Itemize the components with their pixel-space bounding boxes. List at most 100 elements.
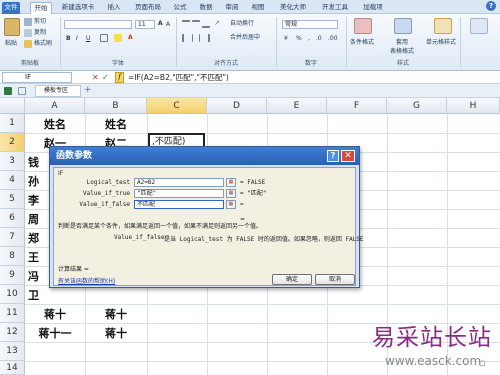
cell-a1[interactable]: 姓名 <box>25 116 85 132</box>
decrease-decimal-icon[interactable]: .00 <box>328 34 338 43</box>
select-all-corner[interactable] <box>0 98 25 114</box>
border-icon[interactable] <box>100 34 108 42</box>
cut-icon <box>24 18 32 26</box>
cell-b11[interactable]: 蒋十 <box>85 306 147 322</box>
align-bottom-icon[interactable] <box>202 20 210 28</box>
tab-page-layout[interactable]: 页面布局 <box>132 2 164 14</box>
increase-decimal-icon[interactable]: .0 <box>316 34 322 43</box>
merge-center-button[interactable]: 合并后居中 <box>230 33 260 42</box>
tab-beautify[interactable]: 美化大师 <box>276 2 310 14</box>
orientation-icon[interactable]: ↗ <box>214 19 222 27</box>
row-header[interactable]: 6 <box>0 209 25 228</box>
paste-button[interactable]: 粘贴 <box>5 39 17 48</box>
help-icon[interactable]: ? <box>486 1 496 11</box>
align-right-icon[interactable] <box>202 34 210 42</box>
param-input-value-if-false[interactable]: 不匹配 <box>134 200 224 209</box>
dialog-help-icon[interactable]: ? <box>327 150 339 162</box>
tab-addins[interactable]: 加载项 <box>360 2 386 14</box>
font-color-icon[interactable]: A <box>128 33 133 42</box>
param-input-logical-test[interactable]: A2=B2 <box>134 178 224 187</box>
row-header[interactable]: 7 <box>0 228 25 247</box>
collapse-dialog-icon[interactable]: ▦ <box>226 178 236 187</box>
formula-input[interactable]: =IF(A2=B2,"匹配","不匹配") <box>128 72 229 83</box>
cut-button[interactable]: 剪切 <box>34 17 46 26</box>
font-size-combo[interactable]: 11 <box>135 20 155 29</box>
number-format-combo[interactable]: 常规 <box>282 20 338 29</box>
confirm-entry-icon[interactable]: ✓ <box>102 73 109 82</box>
cancel-button[interactable]: 取消 <box>315 274 355 285</box>
grow-font-icon[interactable]: A <box>158 19 163 28</box>
fill-color-icon[interactable] <box>114 34 122 42</box>
tab-home[interactable]: 开始 <box>30 2 52 14</box>
percent-icon[interactable]: % <box>296 34 302 43</box>
insert-cells-icon[interactable] <box>470 18 488 34</box>
workbook-tab[interactable]: 模板专区 <box>35 85 81 97</box>
column-header[interactable]: H <box>447 98 500 114</box>
paste-icon[interactable] <box>4 18 20 36</box>
row-header[interactable]: 12 <box>0 323 25 342</box>
row-header[interactable]: 10 <box>0 285 25 304</box>
column-header[interactable]: G <box>387 98 447 114</box>
font-name-combo[interactable] <box>64 20 132 29</box>
row-header[interactable]: 4 <box>0 171 25 190</box>
copy-button[interactable]: 复制 <box>34 28 46 37</box>
comma-icon[interactable]: , <box>308 34 310 43</box>
column-header[interactable]: D <box>207 98 267 114</box>
function-help-link[interactable]: 有关该函数的帮助(H) <box>58 276 115 285</box>
row-header-selected[interactable]: 2 <box>0 133 25 152</box>
name-box[interactable]: IF <box>2 72 72 83</box>
align-middle-icon[interactable] <box>192 20 200 28</box>
row-header[interactable]: 3 <box>0 152 25 171</box>
conditional-format-button[interactable]: 条件格式 <box>350 38 374 47</box>
align-left-icon[interactable] <box>182 34 190 42</box>
tab-developer[interactable]: 开发工具 <box>318 2 352 14</box>
table-format-button[interactable]: 套用 表格格式 <box>390 38 414 56</box>
new-tab-icon[interactable]: + <box>84 85 92 96</box>
italic-button[interactable]: I <box>76 34 78 43</box>
cell-a12[interactable]: 蒋十一 <box>25 325 85 341</box>
param-input-value-if-true[interactable]: "匹配" <box>134 189 224 198</box>
row-header[interactable]: 1 <box>0 114 25 133</box>
currency-icon[interactable]: ¥ <box>284 34 288 43</box>
table-format-icon[interactable] <box>394 18 412 34</box>
cell-a11[interactable]: 蒋十 <box>25 306 85 322</box>
collapse-dialog-icon[interactable]: ▦ <box>226 189 236 198</box>
column-header[interactable]: F <box>327 98 387 114</box>
cell-styles-button[interactable]: 单元格样式 <box>426 38 456 47</box>
tab-review[interactable]: 审阅 <box>222 2 242 14</box>
tab-view[interactable]: 视图 <box>248 2 268 14</box>
bold-button[interactable]: B <box>66 34 71 43</box>
tab-new[interactable]: 新建选项卡 <box>58 2 98 14</box>
shrink-font-icon[interactable]: A <box>166 20 170 29</box>
collapse-dialog-icon[interactable]: ▦ <box>226 200 236 209</box>
conditional-format-icon[interactable] <box>354 18 372 34</box>
row-header[interactable]: 14 <box>0 361 25 375</box>
column-header-selected[interactable]: C <box>147 98 207 114</box>
cancel-entry-icon[interactable]: ✕ <box>92 73 99 82</box>
row-header[interactable]: 5 <box>0 190 25 209</box>
row-header[interactable]: 8 <box>0 247 25 266</box>
tab-insert[interactable]: 插入 <box>104 2 124 14</box>
align-center-icon[interactable] <box>192 34 200 42</box>
column-header[interactable]: B <box>85 98 147 114</box>
row-header[interactable]: 11 <box>0 304 25 323</box>
row-header[interactable]: 13 <box>0 342 25 361</box>
cell-a10[interactable]: 卫 <box>28 287 58 303</box>
tab-data[interactable]: 数据 <box>196 2 216 14</box>
tab-file[interactable]: 文件 <box>2 2 20 14</box>
cell-styles-icon[interactable] <box>434 18 452 34</box>
cell-b12[interactable]: 蒋十 <box>85 325 147 341</box>
wrap-text-button[interactable]: 自动换行 <box>230 19 254 28</box>
column-header[interactable]: E <box>267 98 327 114</box>
insert-function-icon[interactable]: f <box>115 72 124 83</box>
tab-formulas[interactable]: 公式 <box>170 2 190 14</box>
row-header[interactable]: 9 <box>0 266 25 285</box>
underline-button[interactable]: U <box>86 34 90 43</box>
dialog-close-icon[interactable]: ✕ <box>341 150 355 162</box>
column-header[interactable]: A <box>25 98 85 114</box>
cell-b1[interactable]: 姓名 <box>85 116 147 132</box>
format-painter-button[interactable]: 格式刷 <box>34 39 52 48</box>
ok-button[interactable]: 确定 <box>272 274 312 285</box>
dialog-title-bar[interactable]: 函数参数 ? ✕ <box>50 147 359 165</box>
align-top-icon[interactable] <box>182 20 190 28</box>
